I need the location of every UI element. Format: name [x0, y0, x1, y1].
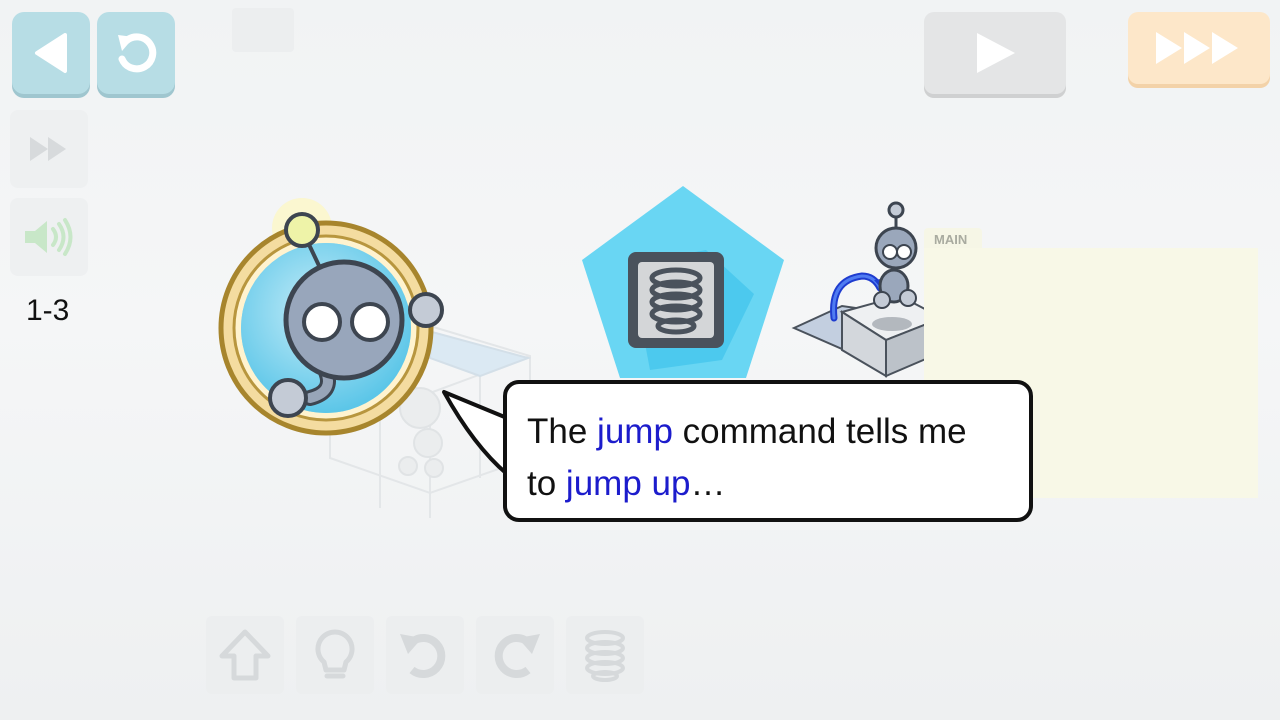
jump-icon: [585, 630, 625, 682]
walk-icon: [219, 629, 271, 681]
empty-slot: [232, 8, 294, 52]
speed-icon: [30, 137, 66, 161]
back-button[interactable]: [12, 12, 90, 94]
dialog-text: to: [527, 464, 566, 503]
jump-command-showcase: [582, 186, 784, 378]
dialog-highlight: jump up: [565, 464, 691, 503]
dialog-text: …: [690, 464, 726, 503]
reset-icon: [118, 33, 157, 73]
dialog-text: command tells me: [672, 412, 967, 451]
fast-forward-button[interactable]: [1128, 12, 1270, 84]
reset-button[interactable]: [97, 12, 175, 94]
level-indicator: 1-3: [26, 294, 70, 327]
turn-right-command-button[interactable]: [476, 616, 554, 694]
dialog-text: The: [527, 412, 598, 451]
fast-forward-icon: [1156, 32, 1238, 64]
robot-portrait: [218, 198, 444, 436]
speaker-icon: [25, 218, 73, 256]
play-icon: [977, 33, 1015, 73]
main-program-tab: MAIN: [924, 228, 982, 250]
back-arrow-icon: [35, 33, 67, 73]
turn-left-icon: [400, 634, 446, 678]
turn-left-command-button[interactable]: [386, 616, 464, 694]
play-button[interactable]: [924, 12, 1066, 94]
dialog-line-2: to jump up…: [527, 458, 1009, 510]
jump-command-button[interactable]: [566, 616, 644, 694]
walk-command-button[interactable]: [206, 616, 284, 694]
turn-right-icon: [494, 634, 540, 678]
speech-bubble-tail: [442, 390, 509, 476]
dialog-line-1: The jump command tells me: [527, 406, 1009, 458]
light-icon: [315, 629, 355, 679]
sound-button[interactable]: [10, 198, 88, 276]
speed-button[interactable]: [10, 110, 88, 188]
tutorial-speech-bubble[interactable]: The jump command tells me to jump up…: [503, 380, 1033, 522]
light-command-button[interactable]: [296, 616, 374, 694]
dialog-highlight: jump: [597, 412, 673, 451]
